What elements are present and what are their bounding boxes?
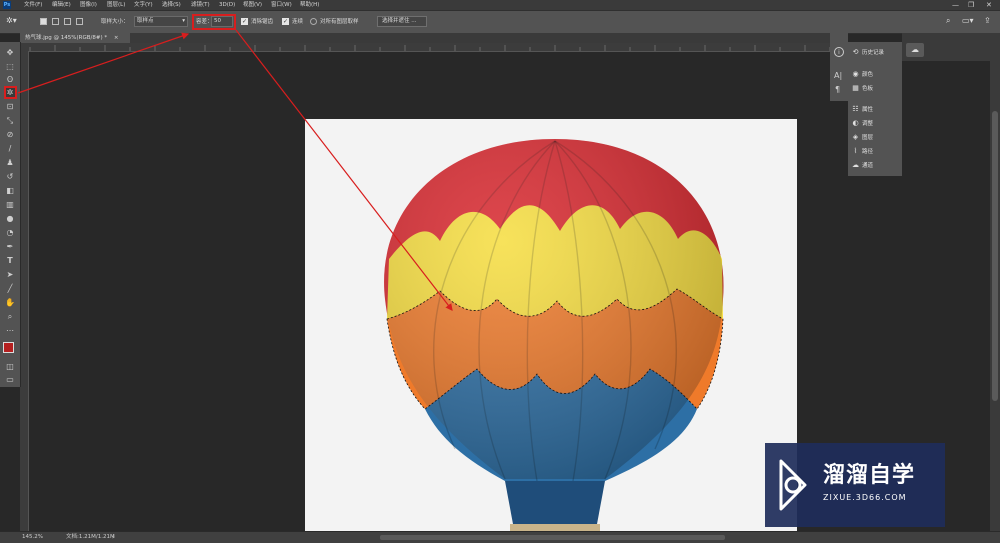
watermark-title: 溜溜自学 <box>823 463 916 488</box>
watermark-url: ZIXUE.3D66.COM <box>823 493 907 502</box>
watermark-logo-icon <box>779 459 807 511</box>
arrow-to-selection <box>235 29 453 311</box>
arrow-to-tolerance <box>17 32 190 94</box>
